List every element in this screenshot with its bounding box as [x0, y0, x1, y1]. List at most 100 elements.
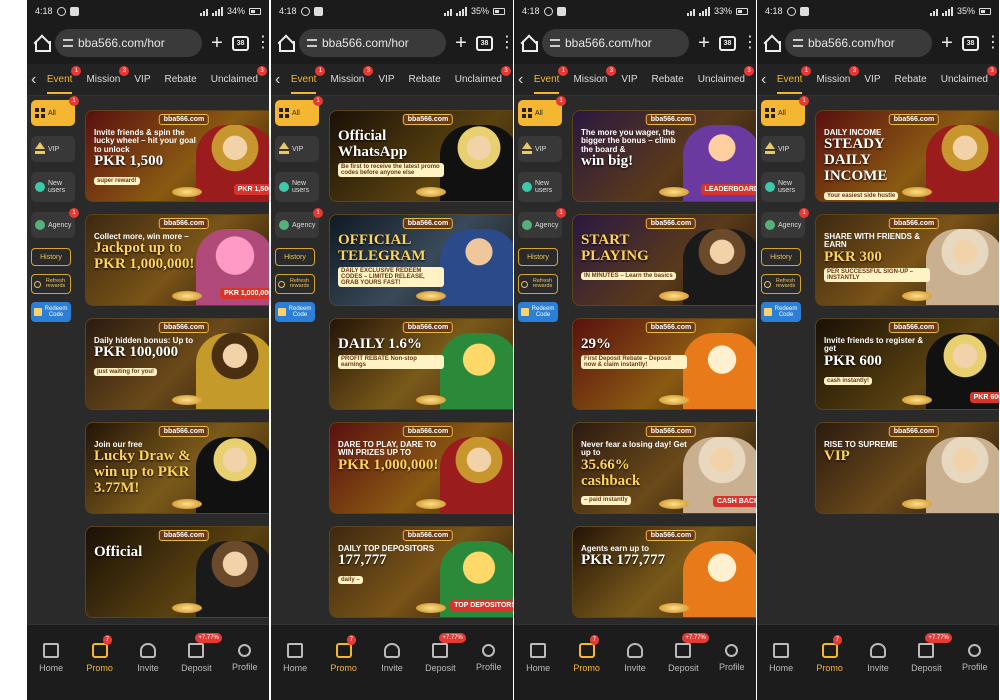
bottomnav-invite[interactable]: Invite [125, 642, 171, 673]
promo-banner[interactable]: bba566.com DAILY INCOME STEADY DAILY INCOM… [815, 110, 999, 202]
bottomnav-home[interactable]: Home [272, 642, 318, 673]
bottomnav-deposit[interactable]: +7.77% Deposit [417, 632, 466, 673]
new-tab-icon[interactable]: + [938, 32, 956, 55]
redeem-code-button[interactable]: Redeem Code [518, 302, 558, 322]
bottomnav-promo[interactable]: 7 Promo [564, 634, 610, 673]
promo-banner[interactable]: bba566.com RISE TO SUPREME VIP [815, 422, 999, 514]
tab-switcher-icon[interactable]: 38 [232, 35, 249, 51]
address-bar[interactable]: bba566.com/hor [542, 29, 689, 57]
tab-rebate[interactable]: Rebate [402, 64, 448, 96]
bottomnav-home[interactable]: Home [758, 642, 804, 673]
sidenav-new-users[interactable]: New users [31, 172, 75, 202]
promo-banner[interactable]: bba566.com DARE TO PLAY, DARE TO WIN PRIZ… [329, 422, 513, 514]
sidenav-new-users[interactable]: New users [518, 172, 562, 202]
menu-icon[interactable]: ⋮ [742, 35, 756, 51]
tab-rebate[interactable]: Rebate [158, 64, 204, 96]
menu-icon[interactable]: ⋮ [985, 35, 999, 51]
site-settings-icon[interactable] [63, 39, 73, 47]
refresh-rewards-button[interactable]: Refresh rewards [518, 274, 558, 294]
sidenav-agency[interactable]: Agency 1 [31, 208, 79, 238]
back-icon[interactable]: ‹ [518, 71, 527, 89]
refresh-rewards-button[interactable]: Refresh rewards [31, 274, 71, 294]
home-icon[interactable] [277, 35, 295, 52]
home-icon[interactable] [33, 35, 51, 52]
new-tab-icon[interactable]: + [208, 32, 226, 55]
sidenav-all[interactable]: All 1 [518, 96, 566, 126]
bottomnav-profile[interactable]: Profile [709, 643, 755, 672]
tab-mission[interactable]: Mission 3 [323, 64, 374, 96]
menu-icon[interactable]: ⋮ [255, 35, 269, 51]
bottomnav-deposit[interactable]: +7.77% Deposit [903, 632, 952, 673]
tab-unclaimed[interactable]: Unclaimed 3 [448, 64, 511, 96]
tab-mission[interactable]: Mission 3 [566, 64, 617, 96]
tab-event[interactable]: Event 1 [284, 64, 326, 96]
menu-icon[interactable]: ⋮ [499, 35, 513, 51]
tab-switcher-icon[interactable]: 38 [962, 35, 979, 51]
sidenav-agency[interactable]: Agency 1 [518, 208, 566, 238]
refresh-rewards-button[interactable]: Refresh rewards [275, 274, 315, 294]
promo-banner[interactable]: bba566.com Collect more, win more – Jackpo… [85, 214, 269, 306]
bottomnav-home[interactable]: Home [515, 642, 561, 673]
promo-banner[interactable]: bba566.com Official [85, 526, 269, 618]
back-icon[interactable]: ‹ [761, 71, 770, 89]
tab-event[interactable]: Event 1 [40, 64, 82, 96]
new-tab-icon[interactable]: + [695, 32, 713, 55]
tab-vip[interactable]: VIP [371, 64, 401, 96]
sidenav-agency[interactable]: Agency 1 [275, 208, 323, 238]
redeem-code-button[interactable]: Redeem Code [761, 302, 801, 322]
promo-banner[interactable]: bba566.com Invite friends & spin the luck… [85, 110, 269, 202]
history-button[interactable]: History [761, 248, 801, 266]
tab-event[interactable]: Event 1 [527, 64, 569, 96]
bottomnav-invite[interactable]: Invite [612, 642, 658, 673]
promo-banner[interactable]: bba566.com Daily hidden bonus: Up to PKR 1… [85, 318, 269, 410]
tab-vip[interactable]: VIP [857, 64, 887, 96]
bottomnav-promo[interactable]: 7 Promo [807, 634, 853, 673]
promo-banner[interactable]: bba566.com OFFICIAL TELEGRAM DAILY EXCLUSI… [329, 214, 513, 306]
promo-banner[interactable]: bba566.com DAILY TOP DEPOSITORS 177,777 dai… [329, 526, 513, 618]
sidenav-vip[interactable]: VIP [31, 136, 75, 162]
bottomnav-promo[interactable]: 7 Promo [321, 634, 367, 673]
sidenav-agency[interactable]: Agency 1 [761, 208, 809, 238]
tab-switcher-icon[interactable]: 38 [719, 35, 736, 51]
redeem-code-button[interactable]: Redeem Code [31, 302, 71, 322]
address-bar[interactable]: bba566.com/hor [785, 29, 932, 57]
bottomnav-invite[interactable]: Invite [855, 642, 901, 673]
bottomnav-profile[interactable]: Profile [466, 643, 512, 672]
tab-mission[interactable]: Mission 3 [809, 64, 860, 96]
address-bar[interactable]: bba566.com/hor [299, 29, 446, 57]
bottomnav-invite[interactable]: Invite [369, 642, 415, 673]
bottomnav-profile[interactable]: Profile [952, 643, 998, 672]
tab-unclaimed[interactable]: Unclaimed 3 [934, 64, 997, 96]
site-settings-icon[interactable] [550, 39, 560, 47]
site-settings-icon[interactable] [307, 39, 317, 47]
home-icon[interactable] [520, 35, 538, 52]
back-icon[interactable]: ‹ [275, 71, 284, 89]
back-icon[interactable]: ‹ [31, 71, 40, 89]
promo-banner[interactable]: bba566.com Invite friends to register & g… [815, 318, 999, 410]
tab-switcher-icon[interactable]: 38 [476, 35, 493, 51]
bottomnav-home[interactable]: Home [28, 642, 74, 673]
tab-unclaimed[interactable]: Unclaimed 3 [691, 64, 754, 96]
promo-banner[interactable]: bba566.com SHARE WITH FRIENDS & EARN PKR 3… [815, 214, 999, 306]
promo-banner[interactable]: bba566.com Never fear a losing day! Get u… [572, 422, 756, 514]
address-bar[interactable]: bba566.com/hor [55, 29, 202, 57]
promo-banner[interactable]: bba566.com START PLAYING IN MINUTES – Lear… [572, 214, 756, 306]
redeem-code-button[interactable]: Redeem Code [275, 302, 315, 322]
sidenav-new-users[interactable]: New users [761, 172, 805, 202]
bottomnav-deposit[interactable]: +7.77% Deposit [660, 632, 709, 673]
tab-mission[interactable]: Mission 3 [79, 64, 130, 96]
tab-rebate[interactable]: Rebate [888, 64, 934, 96]
tab-vip[interactable]: VIP [614, 64, 644, 96]
bottomnav-promo[interactable]: 7 Promo [77, 634, 123, 673]
home-icon[interactable] [763, 35, 781, 52]
tab-rebate[interactable]: Rebate [645, 64, 691, 96]
promo-banner[interactable]: bba566.com DAILY 1.6% PROFIT REBATE Non-st… [329, 318, 513, 410]
sidenav-vip[interactable]: VIP [761, 136, 805, 162]
history-button[interactable]: History [275, 248, 315, 266]
sidenav-vip[interactable]: VIP [518, 136, 562, 162]
history-button[interactable]: History [518, 248, 558, 266]
bottomnav-deposit[interactable]: +7.77% Deposit [173, 632, 222, 673]
promo-banner[interactable]: bba566.com Agents earn up to PKR 177,777 [572, 526, 756, 618]
sidenav-new-users[interactable]: New users [275, 172, 319, 202]
sidenav-all[interactable]: All 1 [761, 96, 809, 126]
